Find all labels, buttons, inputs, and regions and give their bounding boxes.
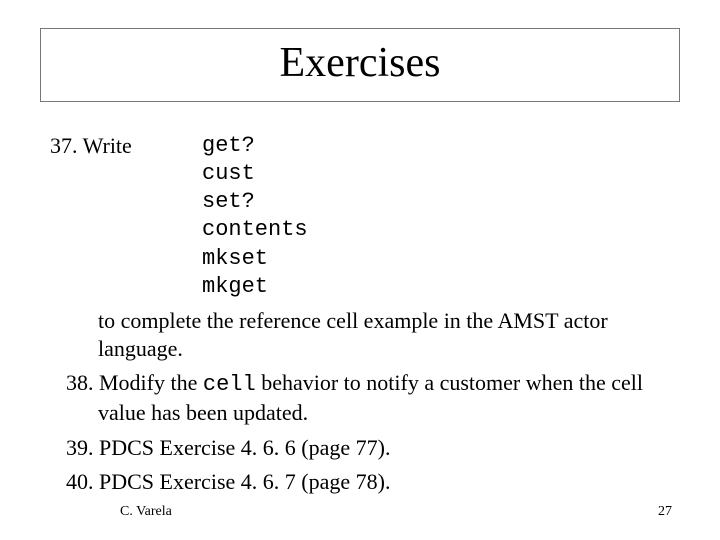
exercise-37-tail: to complete the reference cell example i… bbox=[50, 307, 670, 363]
exercise-39: 39. PDCS Exercise 4. 6. 6 (page 77). bbox=[50, 434, 670, 462]
exercise-38-mono: cell bbox=[203, 372, 256, 397]
code-line: mkset bbox=[202, 246, 268, 271]
code-line: set? bbox=[202, 189, 255, 214]
content: 37. Write get? cust set? contents mkset … bbox=[40, 132, 680, 496]
page-number: 27 bbox=[658, 504, 672, 520]
slide: Exercises 37. Write get? cust set? conte… bbox=[0, 0, 720, 540]
footer-author: C. Varela bbox=[120, 504, 172, 520]
code-line: contents bbox=[202, 217, 308, 242]
exercise-37-prompt: 37. Write bbox=[50, 132, 202, 160]
page-title: Exercises bbox=[41, 39, 679, 87]
exercise-38-pre: 38. Modify the bbox=[66, 370, 203, 395]
exercise-38: 38. Modify the cell behavior to notify a… bbox=[50, 369, 670, 427]
code-line: mkget bbox=[202, 274, 268, 299]
exercise-37: 37. Write get? cust set? contents mkset … bbox=[50, 132, 670, 301]
exercise-37-code: get? cust set? contents mkset mkget bbox=[202, 132, 308, 301]
title-box: Exercises bbox=[40, 28, 680, 102]
code-line: get? bbox=[202, 133, 255, 158]
exercise-40: 40. PDCS Exercise 4. 6. 7 (page 78). bbox=[50, 468, 670, 496]
code-line: cust bbox=[202, 161, 255, 186]
